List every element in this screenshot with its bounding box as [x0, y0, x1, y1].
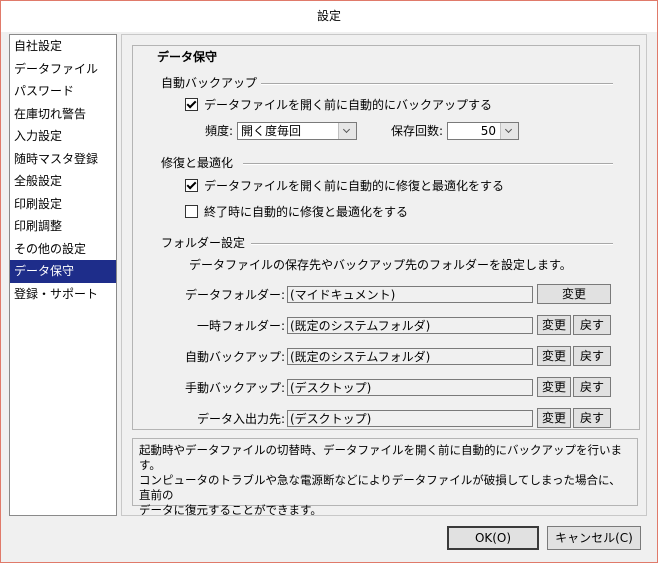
temp-folder-path: (既定のシステムフォルダ): [287, 317, 533, 334]
manual-backup-folder-reset-button[interactable]: 戻す: [573, 377, 611, 397]
section-divider: [251, 243, 613, 245]
auto-backup-folder-label: 自動バックアップ:: [184, 350, 285, 364]
sidebar-item-registration-support[interactable]: 登録・サポート: [10, 283, 116, 306]
auto-backup-section-label: 自動バックアップ: [161, 76, 258, 90]
folder-description: データファイルの保存先やバックアップ先のフォルダーを設定します。: [189, 258, 572, 272]
temp-folder-label: 一時フォルダー:: [196, 319, 285, 333]
data-maintenance-group: データ保守 自動バックアップ データファイルを開く前に自動的にバックアップする …: [132, 45, 640, 430]
manual-backup-folder-change-button[interactable]: 変更: [537, 377, 571, 397]
window-title: 設定: [1, 1, 657, 32]
auto-backup-folder-reset-button[interactable]: 戻す: [573, 346, 611, 366]
backup-count-label: 保存回数:: [390, 124, 443, 138]
group-title: データ保守: [153, 48, 222, 65]
sidebar-item-print[interactable]: 印刷設定: [10, 193, 116, 216]
manual-backup-folder-path: (デスクトップ): [287, 379, 533, 396]
backup-count-value: 50: [480, 124, 496, 138]
repair-on-open-label: データファイルを開く前に自動的に修復と最適化をする: [204, 179, 505, 193]
repair-on-open-checkbox[interactable]: [185, 179, 198, 192]
repair-on-exit-checkbox[interactable]: [185, 205, 198, 218]
settings-dialog: 設定 自社設定 データファイル パスワード 在庫切れ警告 入力設定 随時マスタ登…: [0, 0, 658, 563]
chevron-down-icon[interactable]: [338, 123, 356, 139]
data-io-folder-label: データ入出力先:: [196, 412, 285, 426]
temp-folder-change-button[interactable]: 変更: [537, 315, 571, 335]
data-io-folder-change-button[interactable]: 変更: [537, 408, 571, 428]
data-io-folder-path: (デスクトップ): [287, 410, 533, 427]
sidebar-item-data-file[interactable]: データファイル: [10, 58, 116, 81]
sidebar-item-master-register[interactable]: 随時マスタ登録: [10, 148, 116, 171]
folder-section-label: フォルダー設定: [161, 236, 246, 250]
sidebar-item-general[interactable]: 全般設定: [10, 170, 116, 193]
sidebar-item-data-maintenance[interactable]: データ保守: [10, 260, 116, 283]
section-divider: [261, 83, 613, 85]
chevron-down-icon[interactable]: [500, 123, 518, 139]
auto-backup-folder-path: (既定のシステムフォルダ): [287, 348, 533, 365]
ok-button[interactable]: OK(O): [447, 526, 539, 550]
auto-backup-folder-change-button[interactable]: 変更: [537, 346, 571, 366]
data-io-folder-reset-button[interactable]: 戻す: [573, 408, 611, 428]
frequency-select[interactable]: 開く度毎回: [237, 122, 357, 140]
sidebar-item-password[interactable]: パスワード: [10, 80, 116, 103]
section-divider: [243, 163, 613, 165]
sidebar-item-stock-warning[interactable]: 在庫切れ警告: [10, 103, 116, 126]
sidebar-item-company[interactable]: 自社設定: [10, 35, 116, 58]
repair-on-exit-row[interactable]: 終了時に自動的に修復と最適化をする: [185, 203, 408, 220]
repair-section-label: 修復と最適化: [161, 156, 234, 170]
sidebar-item-other[interactable]: その他の設定: [10, 238, 116, 261]
settings-category-list[interactable]: 自社設定 データファイル パスワード 在庫切れ警告 入力設定 随時マスタ登録 全…: [9, 34, 117, 516]
repair-on-exit-label: 終了時に自動的に修復と最適化をする: [204, 205, 409, 219]
auto-backup-checkbox-label: データファイルを開く前に自動的にバックアップする: [204, 98, 493, 112]
temp-folder-reset-button[interactable]: 戻す: [573, 315, 611, 335]
manual-backup-folder-label: 手動バックアップ:: [184, 381, 285, 395]
description-line: 起動時やデータファイルの切替時、データファイルを開く前に自動的にバックアップを行…: [139, 443, 622, 472]
sidebar-item-print-adjust[interactable]: 印刷調整: [10, 215, 116, 238]
auto-backup-checkbox-row[interactable]: データファイルを開く前に自動的にバックアップする: [185, 96, 492, 113]
data-folder-label: データフォルダー:: [184, 288, 285, 302]
description-line: データに復元することができます。: [139, 503, 322, 517]
auto-backup-checkbox[interactable]: [185, 98, 198, 111]
repair-on-open-row[interactable]: データファイルを開く前に自動的に修復と最適化をする: [185, 177, 504, 194]
data-folder-change-button[interactable]: 変更: [537, 284, 611, 304]
frequency-label: 頻度:: [204, 124, 233, 138]
backup-count-select[interactable]: 50: [447, 122, 519, 140]
description-line: コンピュータのトラブルや急な電源断などによりデータファイルが破損してしまった場合…: [139, 473, 621, 502]
settings-panel: データ保守 自動バックアップ データファイルを開く前に自動的にバックアップする …: [121, 34, 647, 517]
sidebar-item-input[interactable]: 入力設定: [10, 125, 116, 148]
data-folder-path: (マイドキュメント): [287, 286, 533, 303]
description-box: 起動時やデータファイルの切替時、データファイルを開く前に自動的にバックアップを行…: [132, 438, 638, 517]
frequency-value: 開く度毎回: [241, 124, 302, 138]
cancel-button[interactable]: キャンセル(C): [547, 526, 641, 550]
